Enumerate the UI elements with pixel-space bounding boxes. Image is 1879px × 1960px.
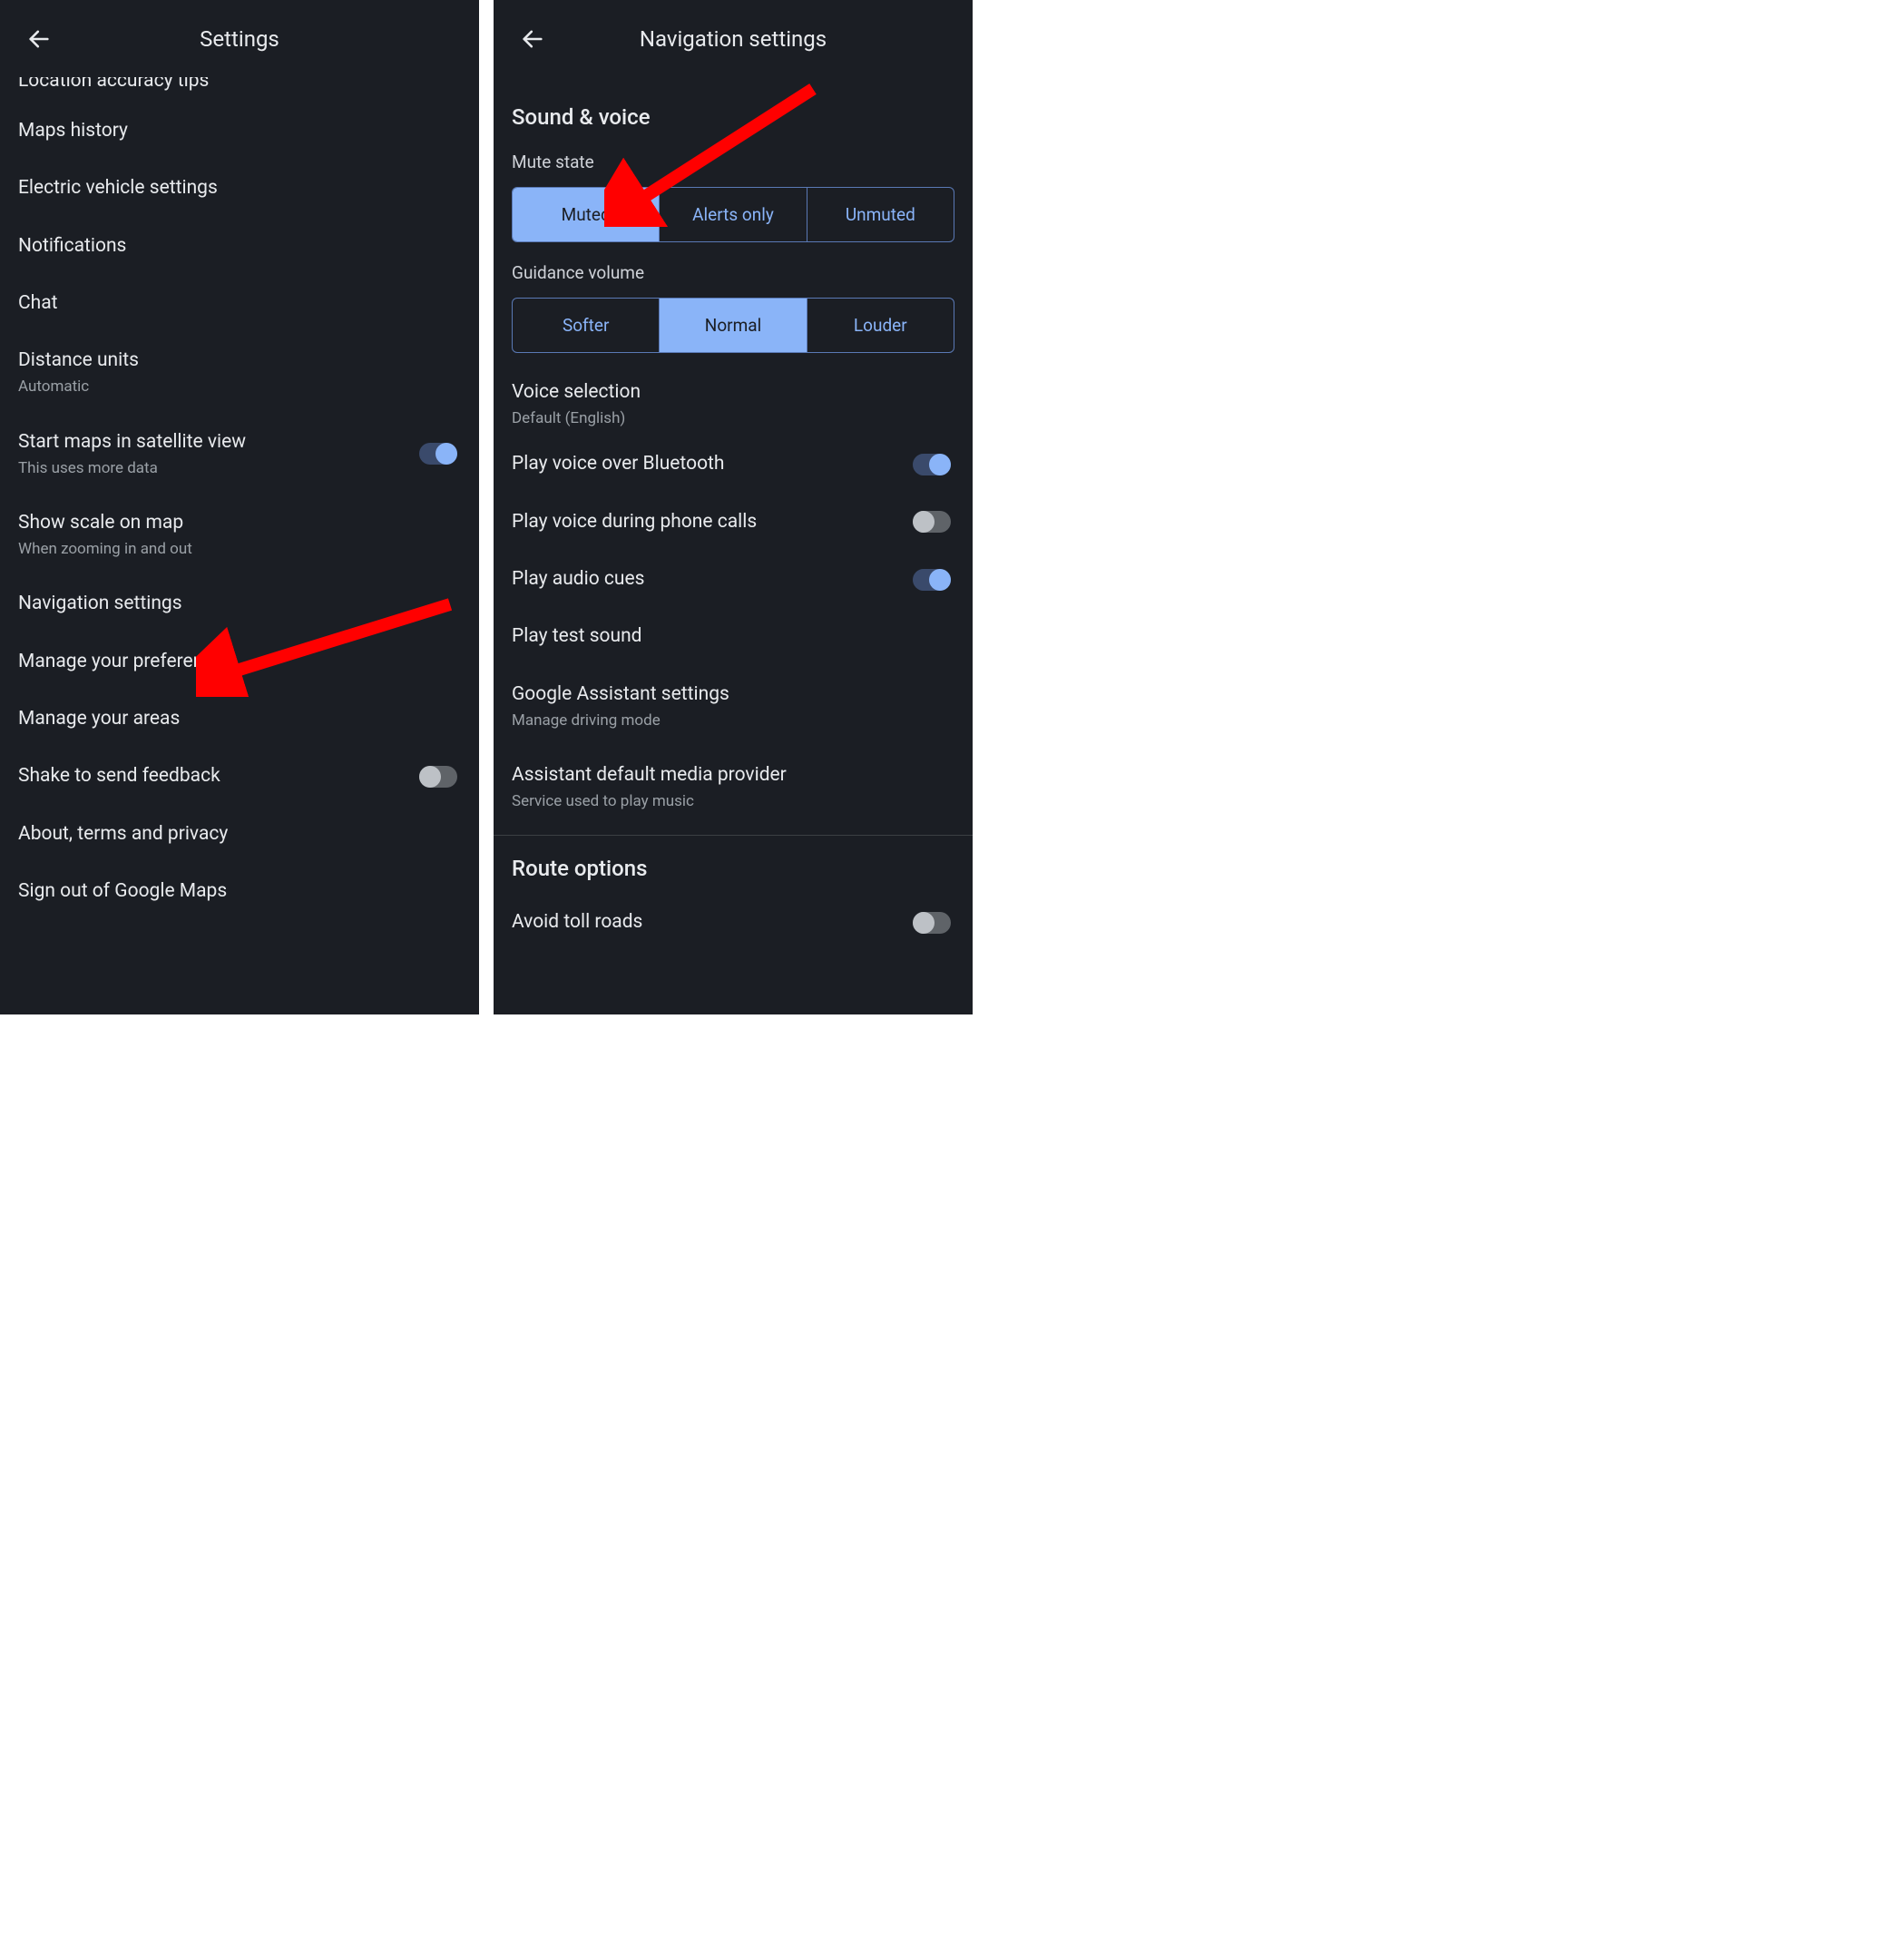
right-content: Sound & voice Mute state Muted Alerts on… (494, 77, 973, 941)
row-satellite-view[interactable]: Start maps in satellite view This uses m… (0, 414, 479, 495)
toggle-shake[interactable] (419, 766, 457, 788)
mute-state-label: Mute state (494, 142, 973, 181)
mute-state-group: Muted Alerts only Unmuted (512, 187, 954, 242)
row-avoid-tolls[interactable]: Avoid toll roads (494, 894, 973, 940)
left-content: Location accuracy tips Maps history Elec… (0, 77, 479, 920)
row-manage-areas[interactable]: Manage your areas (0, 691, 479, 748)
row-voice-selection[interactable]: Voice selection Default (English) (494, 364, 973, 436)
row-distance-units[interactable]: Distance units Automatic (0, 332, 479, 413)
toggle-voice-bluetooth[interactable] (913, 454, 951, 475)
row-assistant-settings[interactable]: Google Assistant settings Manage driving… (494, 666, 973, 747)
left-topbar: Settings (0, 0, 479, 77)
seg-louder[interactable]: Louder (807, 299, 954, 352)
seg-normal[interactable]: Normal (660, 299, 807, 352)
row-audio-cues[interactable]: Play audio cues (494, 551, 973, 608)
row-assistant-media[interactable]: Assistant default media provider Service… (494, 747, 973, 828)
toggle-satellite[interactable] (419, 443, 457, 465)
left-title: Settings (0, 26, 479, 52)
row-navigation-settings[interactable]: Navigation settings (0, 575, 479, 632)
row-notifications[interactable]: Notifications (0, 218, 479, 275)
row-maps-history[interactable]: Maps history (0, 103, 479, 160)
row-about[interactable]: About, terms and privacy (0, 806, 479, 863)
guidance-volume-label: Guidance volume (494, 253, 973, 292)
row-sign-out[interactable]: Sign out of Google Maps (0, 863, 479, 920)
row-voice-calls[interactable]: Play voice during phone calls (494, 494, 973, 551)
row-ev-settings[interactable]: Electric vehicle settings (0, 160, 479, 217)
left-screen: Settings Location accuracy tips Maps his… (0, 0, 479, 1014)
seg-muted[interactable]: Muted (513, 188, 660, 241)
row-show-scale[interactable]: Show scale on map When zooming in and ou… (0, 495, 479, 575)
section-sound: Sound & voice (494, 77, 973, 142)
truncated-title: Location accuracy tips (18, 77, 209, 93)
truncated-row[interactable]: Location accuracy tips (0, 77, 479, 103)
row-play-test-sound[interactable]: Play test sound (494, 608, 973, 665)
back-icon[interactable] (519, 25, 546, 53)
row-manage-preferences[interactable]: Manage your preferences (0, 633, 479, 691)
seg-softer[interactable]: Softer (513, 299, 660, 352)
toggle-audio-cues[interactable] (913, 569, 951, 591)
row-chat[interactable]: Chat (0, 275, 479, 332)
toggle-voice-calls[interactable] (913, 511, 951, 533)
guidance-volume-group: Softer Normal Louder (512, 298, 954, 353)
right-title: Navigation settings (494, 26, 973, 52)
right-screen: Navigation settings Sound & voice Mute s… (494, 0, 973, 1014)
row-voice-bluetooth[interactable]: Play voice over Bluetooth (494, 436, 973, 493)
row-shake-feedback[interactable]: Shake to send feedback (0, 748, 479, 805)
back-icon[interactable] (25, 25, 53, 53)
right-topbar: Navigation settings (494, 0, 973, 77)
seg-unmuted[interactable]: Unmuted (807, 188, 954, 241)
toggle-avoid-tolls[interactable] (913, 912, 951, 934)
section-route: Route options (494, 836, 973, 894)
seg-alerts-only[interactable]: Alerts only (660, 188, 807, 241)
